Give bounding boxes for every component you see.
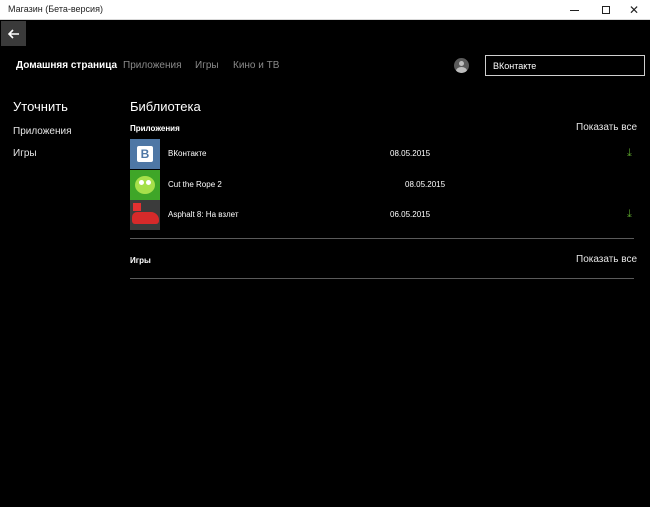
close-button[interactable]: ✕ bbox=[620, 0, 648, 20]
app-name: ВКонтакте bbox=[168, 149, 207, 158]
app-date: 06.05.2015 bbox=[390, 210, 431, 219]
title-bar: Магазин (Бета-версия) ✕ bbox=[0, 0, 650, 20]
maximize-button[interactable] bbox=[592, 0, 620, 20]
avatar-icon[interactable] bbox=[454, 58, 469, 73]
nav-apps[interactable]: Приложения bbox=[123, 60, 182, 71]
download-icon[interactable]: ⤓ bbox=[627, 208, 632, 221]
nav-movies-tv[interactable]: Кино и ТВ bbox=[233, 60, 279, 71]
refine-title: Уточнить bbox=[13, 99, 68, 114]
show-all-games-link[interactable]: Показать все bbox=[576, 254, 637, 265]
vk-logo-letter: B bbox=[137, 146, 153, 162]
cut-the-rope-app-icon bbox=[130, 170, 160, 200]
app-name: Asphalt 8: На взлет bbox=[168, 210, 239, 219]
om-nom-body bbox=[135, 176, 155, 194]
sidebar-item-games[interactable]: Игры bbox=[13, 148, 37, 159]
om-nom-eye-left bbox=[139, 180, 144, 185]
app-date: 08.05.2015 bbox=[390, 149, 431, 158]
maximize-icon bbox=[602, 6, 610, 14]
app-date: 08.05.2015 bbox=[405, 180, 446, 189]
car-shape bbox=[132, 212, 159, 224]
window-title: Магазин (Бета-версия) bbox=[8, 4, 103, 14]
section-divider bbox=[130, 238, 634, 239]
nav-home[interactable]: Домашняя страница bbox=[16, 60, 117, 71]
minimize-button[interactable] bbox=[560, 0, 588, 20]
section-games-label: Игры bbox=[130, 256, 151, 265]
library-row-asphalt[interactable]: Asphalt 8: На взлет 06.05.2015 ⤓ bbox=[130, 200, 635, 230]
search-input[interactable] bbox=[485, 55, 645, 76]
show-all-apps-link[interactable]: Показать все bbox=[576, 122, 637, 133]
asphalt-app-icon bbox=[130, 200, 160, 230]
app-name: Cut the Rope 2 bbox=[168, 180, 222, 189]
close-icon: ✕ bbox=[628, 3, 640, 17]
library-title: Библиотека bbox=[130, 99, 201, 114]
arrow-left-icon bbox=[7, 28, 19, 39]
om-nom-eye-right bbox=[146, 180, 151, 185]
library-row-cut-the-rope[interactable]: Cut the Rope 2 08.05.2015 bbox=[130, 170, 635, 200]
back-button[interactable] bbox=[1, 21, 26, 46]
nav-games[interactable]: Игры bbox=[195, 60, 219, 71]
vk-app-icon: B bbox=[130, 139, 160, 169]
download-icon[interactable]: ⤓ bbox=[627, 147, 632, 160]
avatar-body bbox=[456, 67, 467, 73]
library-row-vk[interactable]: B ВКонтакте 08.05.2015 ⤓ bbox=[130, 139, 635, 169]
section-apps-label: Приложения bbox=[130, 124, 180, 133]
asphalt-badge bbox=[133, 203, 141, 211]
section-divider bbox=[130, 278, 634, 279]
minimize-icon bbox=[569, 9, 579, 11]
sidebar-item-apps[interactable]: Приложения bbox=[13, 126, 72, 137]
avatar-head bbox=[459, 61, 464, 66]
